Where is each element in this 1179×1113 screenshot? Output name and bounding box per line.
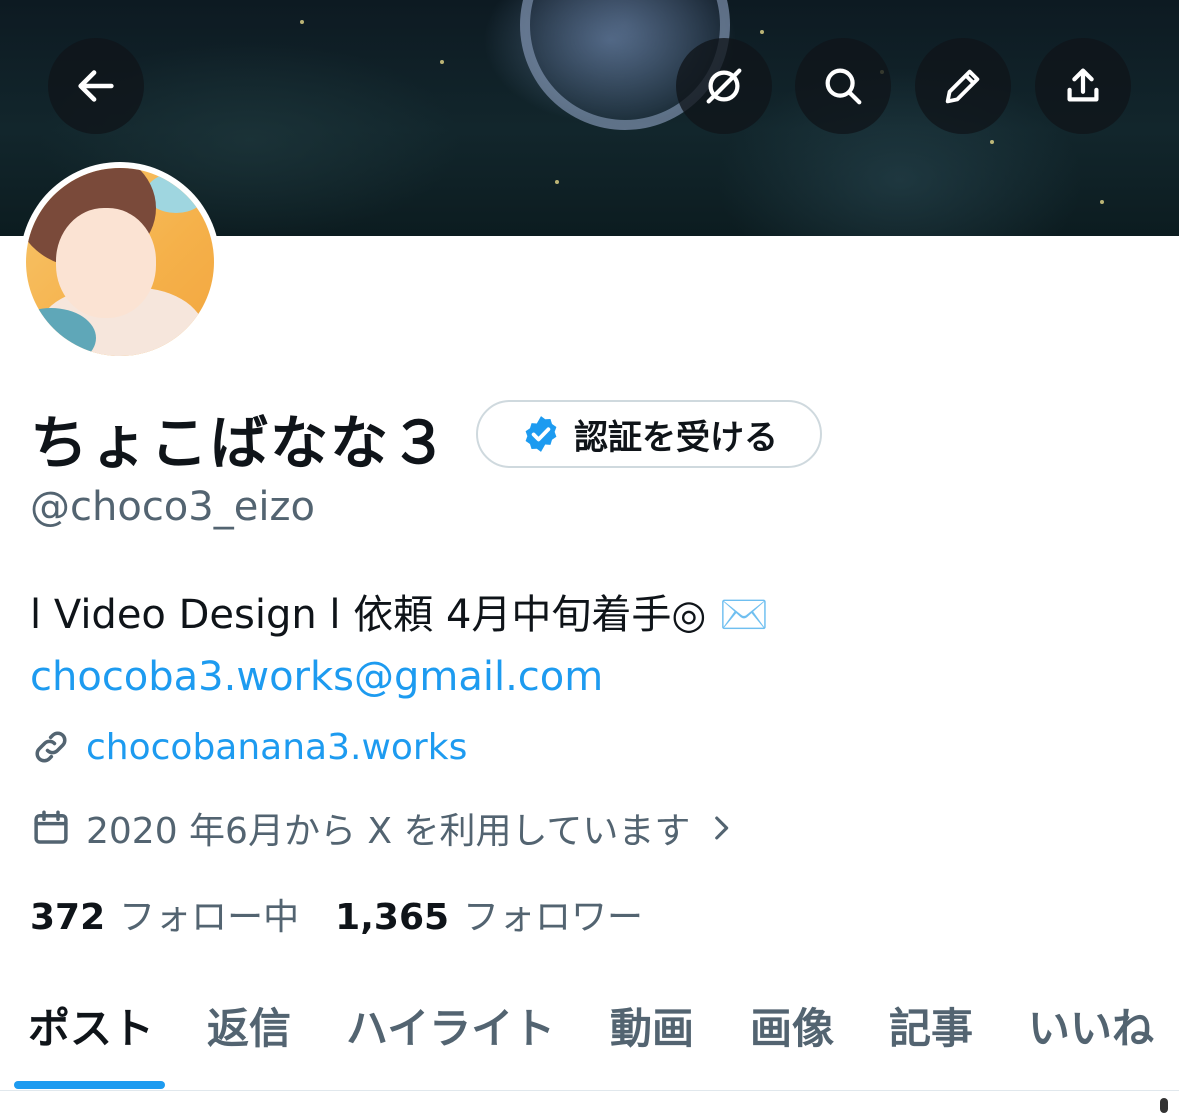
display-name: ちょこばなな３ xyxy=(30,409,451,477)
get-verified-label: 認証を受ける xyxy=(574,417,778,458)
join-date-text: 2020 年6月から X を利用しています xyxy=(86,811,691,852)
banner-light xyxy=(555,180,559,184)
tab-articles[interactable]: 記事 xyxy=(889,995,973,1056)
website-label: chocobanana3.works xyxy=(86,726,468,768)
arrow-left-icon xyxy=(78,70,114,102)
share-icon xyxy=(1067,68,1099,102)
website-link[interactable]: chocobanana3.works xyxy=(30,726,467,768)
tabs-divider xyxy=(0,1090,1179,1091)
following-count: 372 xyxy=(30,897,106,938)
grok-button[interactable] xyxy=(676,38,772,134)
followers-label: フォロワー xyxy=(463,897,644,938)
calendar-icon xyxy=(34,810,68,844)
verified-badge-icon xyxy=(525,416,557,452)
avatar[interactable] xyxy=(20,162,220,362)
banner-light xyxy=(300,20,304,24)
tab-videos[interactable]: 動画 xyxy=(610,995,694,1056)
grok-icon xyxy=(706,68,742,104)
share-button[interactable] xyxy=(1035,38,1131,134)
user-handle: @choco3_eizo xyxy=(30,484,315,530)
edit-button[interactable] xyxy=(915,38,1011,134)
join-date[interactable]: 2020 年6月から X を利用しています xyxy=(30,802,738,854)
back-button[interactable] xyxy=(48,38,144,134)
banner-light xyxy=(990,140,994,144)
tab-highlights[interactable]: ハイライト xyxy=(346,995,555,1056)
follow-stats: 372 フォロー中 1,365 フォロワー xyxy=(30,888,643,940)
bio-text: l Video Design l 依頼 4月中旬着手◎ ✉️ xyxy=(30,592,769,638)
search-button[interactable] xyxy=(795,38,891,134)
bio-email-link[interactable]: chocoba3.works@gmail.com xyxy=(30,646,1150,708)
banner-light xyxy=(1100,200,1104,204)
scrollbar[interactable] xyxy=(1160,1098,1168,1113)
chevron-right-icon xyxy=(715,816,729,840)
profile-bio: l Video Design l 依頼 4月中旬着手◎ ✉️ chocoba3.… xyxy=(30,584,1150,708)
following-label: フォロー中 xyxy=(119,897,300,938)
banner-light xyxy=(440,60,444,64)
tab-images[interactable]: 画像 xyxy=(750,995,834,1056)
tab-replies[interactable]: 返信 xyxy=(207,995,291,1056)
tab-posts[interactable]: ポスト xyxy=(28,995,154,1056)
banner-light xyxy=(760,30,764,34)
profile-tabs: ポスト 返信 ハイライト 動画 画像 記事 いいね xyxy=(0,995,1179,1091)
link-icon xyxy=(35,731,67,763)
search-icon xyxy=(825,68,862,105)
followers-stat[interactable]: 1,365 フォロワー xyxy=(335,888,643,940)
active-tab-indicator xyxy=(14,1081,165,1089)
tab-likes[interactable]: いいね xyxy=(1028,995,1154,1056)
get-verified-button[interactable]: 認証を受ける xyxy=(476,400,822,468)
edit-icon xyxy=(945,69,980,104)
avatar-image xyxy=(26,168,214,356)
following-stat[interactable]: 372 フォロー中 xyxy=(30,888,299,940)
followers-count: 1,365 xyxy=(335,897,450,938)
